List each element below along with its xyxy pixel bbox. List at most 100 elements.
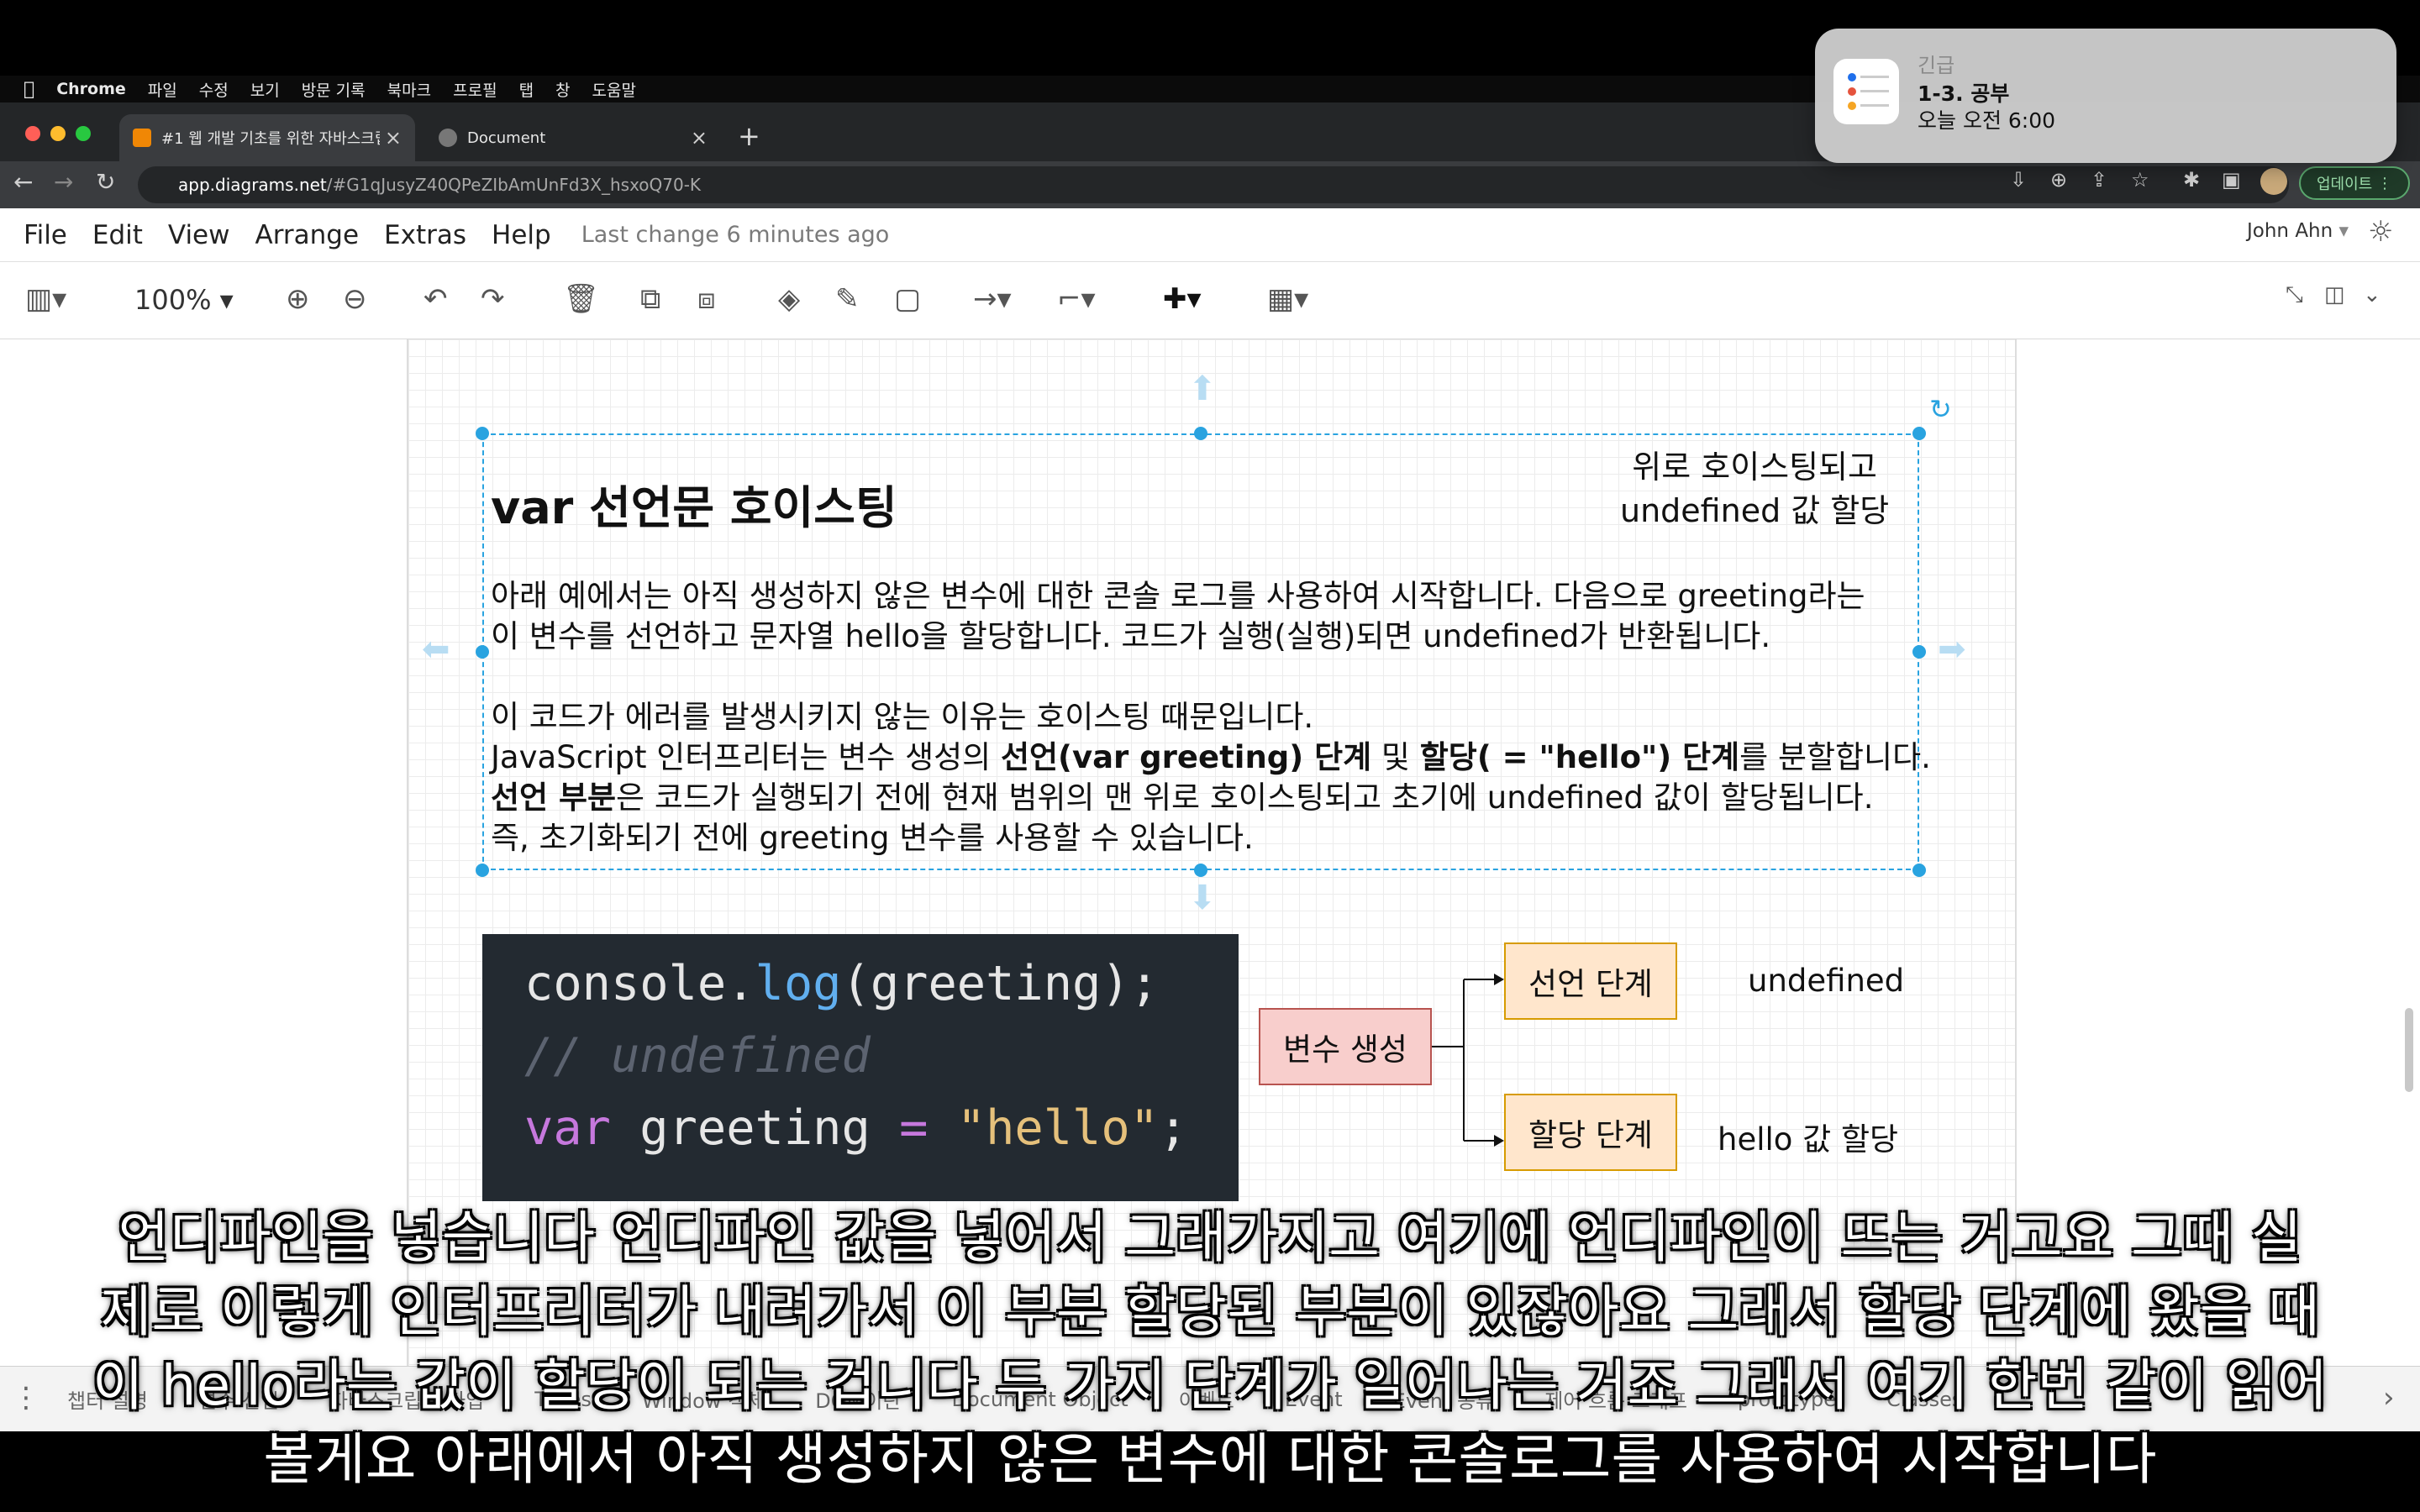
menubar-item-tab[interactable]: 탭 xyxy=(519,78,534,101)
extensions-icon[interactable]: ✱ xyxy=(2183,168,2200,192)
last-change-text[interactable]: Last change 6 minutes ago xyxy=(581,222,890,248)
text-run: 및 xyxy=(1371,739,1420,775)
shadow-icon[interactable]: ▢ xyxy=(894,282,921,316)
subtitle-line: 볼게요 아래에서 아직 생성하지 않은 변수에 대한 콘솔로그를 사용하여 시작… xyxy=(263,1427,2157,1492)
close-tab-icon[interactable]: × xyxy=(385,126,402,150)
notification-category: 긴급 xyxy=(1918,54,1955,77)
resize-handle[interactable] xyxy=(1912,864,1926,877)
arrow-down-icon[interactable]: ⬇ xyxy=(1188,879,1217,917)
zoom-icon[interactable]: ⊕ xyxy=(2050,168,2067,192)
declaration-result-label[interactable]: undefined xyxy=(1748,963,1904,999)
rotate-handle-icon[interactable]: ↻ xyxy=(1929,393,1952,425)
reminder-notification[interactable] xyxy=(1815,29,2396,163)
sidepanel-icon[interactable]: ▣ xyxy=(2222,168,2241,192)
forward-icon[interactable]: → xyxy=(54,168,73,196)
bookmark-star-icon[interactable]: ☆ xyxy=(2131,168,2149,192)
menubar-item-file[interactable]: 파일 xyxy=(148,78,177,101)
delete-icon[interactable]: 🗑 xyxy=(563,282,599,316)
hoisting-note[interactable]: 위로 호이스팅되고 undefined 값 할당 xyxy=(1620,445,1889,533)
table-icon[interactable]: ▦▾ xyxy=(1267,282,1308,316)
insert-icon[interactable]: ✚▾ xyxy=(1163,282,1202,316)
resize-handle[interactable] xyxy=(1194,864,1207,877)
resize-handle[interactable] xyxy=(476,864,489,877)
variable-creation-box[interactable]: 변수 생성 xyxy=(1259,1008,1432,1085)
pages-menu-icon[interactable]: ⋮ xyxy=(12,1381,40,1415)
note-line: undefined 값 할당 xyxy=(1620,492,1890,529)
menu-arrange[interactable]: Arrange xyxy=(255,220,360,250)
to-front-icon[interactable]: ⧉ xyxy=(640,282,660,316)
menubar-item-edit[interactable]: 수정 xyxy=(199,78,229,101)
back-icon[interactable]: ← xyxy=(13,168,33,196)
reload-icon[interactable]: ↻ xyxy=(96,168,115,196)
next-page-icon[interactable]: › xyxy=(2383,1381,2395,1415)
code-token: greeting xyxy=(870,956,1102,1011)
diagram-heading[interactable]: var 선언문 호이스팅 xyxy=(491,470,897,537)
redo-icon[interactable]: ↷ xyxy=(481,282,505,316)
menubar-item-view[interactable]: 보기 xyxy=(250,78,280,101)
para-line: 즉, 초기화되기 전에 greeting 변수를 사용할 수 있습니다. xyxy=(491,820,1254,856)
drawio-favicon-icon xyxy=(133,129,151,147)
video-subtitles: 언디파인을 넣습니다 언디파인 값을 넣어서 그래가지고 여기에 언디파인이 뜨… xyxy=(50,1201,2370,1497)
browser-tab-active[interactable]: #1 웹 개발 기초를 위한 자바스크립트 × xyxy=(119,114,415,161)
browser-tab-document[interactable]: Document × xyxy=(425,114,721,161)
paragraph-intro[interactable]: 아래 예에서는 아직 생성하지 않은 변수에 대한 콘솔 로그를 사용하여 시작… xyxy=(491,576,1865,657)
assignment-step-box[interactable]: 할당 단계 xyxy=(1504,1094,1677,1171)
new-tab-icon[interactable]: + xyxy=(738,120,760,152)
code-token: . xyxy=(726,956,755,1011)
resize-handle[interactable] xyxy=(1912,427,1926,440)
profile-avatar[interactable] xyxy=(2260,168,2287,195)
declaration-step-box[interactable]: 선언 단계 xyxy=(1504,942,1677,1020)
undo-icon[interactable]: ↶ xyxy=(424,282,448,316)
subtitle-line: 이 hello라는 값이 할당이 되는 겁니다 두 가지 단계가 일어나는 거죠… xyxy=(92,1353,2328,1418)
install-icon[interactable]: ⇩ xyxy=(2010,168,2027,192)
menubar-item-profiles[interactable]: 프로필 xyxy=(453,78,497,101)
address-bar[interactable]: app.diagrams.net/#G1qJusyZ40QPeZIbAmUnFd… xyxy=(138,166,2289,203)
app-menubar: File Edit View Arrange Extras Help Last … xyxy=(0,208,2420,262)
menubar-item-history[interactable]: 방문 기록 xyxy=(302,78,366,101)
resize-handle[interactable] xyxy=(1912,645,1926,659)
menu-extras[interactable]: Extras xyxy=(384,220,466,250)
format-toggle-icon[interactable]: ◫ xyxy=(2324,282,2345,307)
menu-help[interactable]: Help xyxy=(492,220,551,250)
fullscreen-icon[interactable]: ⤡ xyxy=(2286,282,2303,308)
menu-view[interactable]: View xyxy=(168,220,230,250)
apple-icon[interactable]:  xyxy=(24,79,34,100)
theme-sun-icon[interactable]: ☼ xyxy=(2368,215,2393,249)
arrow-left-icon[interactable]: ⬅ xyxy=(422,630,450,669)
arrow-up-icon[interactable]: ⬆ xyxy=(1188,370,1217,408)
menubar-app-name[interactable]: Chrome xyxy=(56,80,126,98)
resize-handle[interactable] xyxy=(476,427,489,440)
update-button[interactable]: 업데이트 ⋮ xyxy=(2299,166,2410,200)
code-token: ( xyxy=(841,956,871,1011)
zoom-out-icon[interactable]: ⊖ xyxy=(343,282,367,316)
vertical-scrollbar[interactable] xyxy=(2405,1008,2413,1092)
menubar-item-help[interactable]: 도움말 xyxy=(592,78,636,101)
minimize-window-button[interactable] xyxy=(50,126,66,141)
close-window-button[interactable] xyxy=(25,126,40,141)
zoom-select[interactable]: 100% ▾ xyxy=(134,284,234,316)
menubar-item-window[interactable]: 창 xyxy=(555,78,570,101)
resize-handle[interactable] xyxy=(1194,427,1207,440)
close-tab-icon[interactable]: × xyxy=(691,126,708,150)
share-icon[interactable]: ⇪ xyxy=(2091,168,2107,192)
menu-edit[interactable]: Edit xyxy=(92,220,143,250)
fill-color-icon[interactable]: ◈ xyxy=(778,282,800,316)
resize-handle[interactable] xyxy=(476,645,489,659)
assignment-result-label[interactable]: hello 값 할당 xyxy=(1718,1114,1898,1159)
format-panel-icon[interactable]: ▥▾ xyxy=(25,282,66,316)
code-token: ; xyxy=(1159,1100,1188,1156)
to-back-icon[interactable]: ⧈ xyxy=(697,282,716,316)
zoom-in-icon[interactable]: ⊕ xyxy=(286,282,310,316)
collapse-icon[interactable]: ⌄ xyxy=(2363,282,2381,307)
maximize-window-button[interactable] xyxy=(76,126,91,141)
menu-file[interactable]: File xyxy=(24,220,67,250)
reminders-app-icon xyxy=(1833,59,1899,124)
arrow-right-icon[interactable]: ➡ xyxy=(1938,630,1966,669)
menubar-item-bookmarks[interactable]: 북마크 xyxy=(387,78,431,101)
waypoints-icon[interactable]: ⌐▾ xyxy=(1057,282,1096,316)
connection-icon[interactable]: →▾ xyxy=(973,282,1012,316)
paragraph-explanation[interactable]: 이 코드가 에러를 발생시키지 않는 이유는 호이스팅 때문입니다. JavaS… xyxy=(491,697,1931,858)
line-color-icon[interactable]: ✎ xyxy=(835,282,860,316)
globe-icon xyxy=(439,129,457,147)
user-menu[interactable]: John Ahn ▾ xyxy=(2247,220,2349,242)
